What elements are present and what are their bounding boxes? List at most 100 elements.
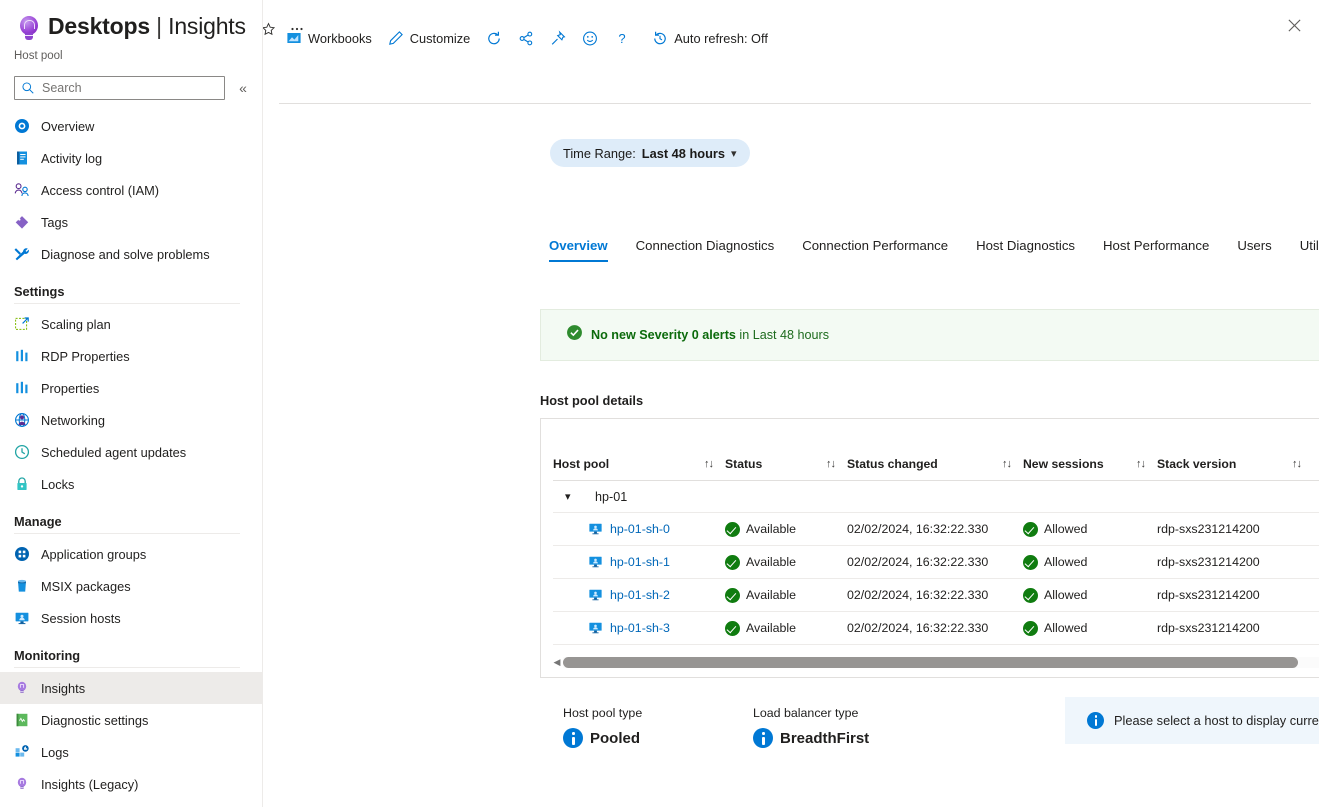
sort-icon[interactable]: ↑↓: [1002, 458, 1023, 470]
blade-header: Desktops | Insights Host pool: [0, 0, 262, 62]
stack-version-cell: rdp-sxs231214200: [1157, 546, 1313, 579]
sidebar-item-application-groups[interactable]: Application groups: [0, 538, 262, 570]
sidebar-item-msix-packages[interactable]: MSIX packages: [0, 570, 262, 602]
alert-strong: No new Severity 0 alerts: [591, 328, 736, 342]
sidebar-item-overview[interactable]: Overview: [0, 110, 262, 142]
search-input[interactable]: [40, 80, 218, 96]
scrollbar-thumb[interactable]: [563, 657, 1298, 668]
table-row[interactable]: hp-01-sh-0 Available 02/02/2024, 16:32:2…: [553, 513, 1319, 546]
feedback-button[interactable]: [575, 23, 605, 53]
tab-bar: Overview Connection Diagnostics Connecti…: [549, 236, 1303, 262]
help-button[interactable]: ?: [607, 23, 637, 53]
sidebar-item-scaling-plan[interactable]: Scaling plan: [0, 308, 262, 340]
load-balancer-type-label: Load balancer type: [753, 706, 943, 720]
status-changed-cell: 02/02/2024, 16:32:22.330: [847, 546, 1023, 579]
new-sessions-ok-icon: [1023, 588, 1038, 603]
load-balancer-type-value-row: BreadthFirst: [753, 728, 943, 748]
column-header-host-pool[interactable]: Host pool ↑↓: [553, 457, 725, 481]
tab-connection-performance[interactable]: Connection Performance: [802, 238, 948, 262]
tab-overview[interactable]: Overview: [549, 238, 608, 262]
info-icon: [753, 728, 773, 748]
refresh-button[interactable]: [479, 23, 509, 53]
new-sessions-text: Allowed: [1044, 588, 1087, 602]
sidebar-item-diagnose[interactable]: Diagnose and solve problems: [0, 238, 262, 270]
chevron-down-icon[interactable]: ▾: [565, 490, 583, 503]
application-groups-icon: [14, 546, 30, 562]
sort-icon[interactable]: ↑↓: [1292, 458, 1313, 470]
sessions-cell: 0: [1313, 513, 1319, 546]
logs-icon: [14, 744, 30, 760]
sidebar-item-access-control[interactable]: Access control (IAM): [0, 174, 262, 206]
tab-host-diagnostics[interactable]: Host Diagnostics: [976, 238, 1075, 262]
info-banner-text: Please select a host to display current …: [1114, 713, 1319, 728]
column-header-new-sessions[interactable]: New sessions ↑↓: [1023, 457, 1157, 481]
customize-button[interactable]: Customize: [381, 23, 477, 53]
sidebar-item-label: Diagnose and solve problems: [41, 247, 210, 262]
host-link[interactable]: hp-01-sh-2: [610, 588, 670, 602]
sidebar-item-insights[interactable]: Insights: [0, 672, 262, 704]
tab-host-performance[interactable]: Host Performance: [1103, 238, 1209, 262]
insights-legacy-icon: [14, 776, 30, 792]
share-button[interactable]: [511, 23, 541, 53]
search-box[interactable]: [14, 76, 225, 100]
host-link[interactable]: hp-01-sh-0: [610, 522, 670, 536]
column-header-stack-version[interactable]: Stack version ↑↓: [1157, 457, 1313, 481]
sidebar-item-scheduled-agent-updates[interactable]: Scheduled agent updates: [0, 436, 262, 468]
tab-connection-diagnostics[interactable]: Connection Diagnostics: [636, 238, 775, 262]
share-icon: [518, 30, 534, 46]
table-horizontal-scrollbar[interactable]: ◀ ▶: [551, 655, 1319, 669]
load-balancer-type-value: BreadthFirst: [780, 730, 869, 747]
sidebar-item-session-hosts[interactable]: Session hosts: [0, 602, 262, 634]
msix-packages-icon: [14, 578, 30, 594]
workbooks-button[interactable]: Workbooks: [279, 23, 379, 53]
sort-icon[interactable]: ↑↓: [826, 458, 847, 470]
status-text: Available: [746, 588, 796, 602]
workbooks-icon: [286, 30, 302, 46]
host-link[interactable]: hp-01-sh-3: [610, 621, 670, 635]
sidebar-item-diagnostic-settings[interactable]: Diagnostic settings: [0, 704, 262, 736]
left-pane: Desktops | Insights Host pool: [0, 0, 262, 807]
divider: [14, 667, 240, 668]
column-header-sessions[interactable]: Sessions ↑↓: [1313, 457, 1319, 481]
sidebar-item-locks[interactable]: Locks: [0, 468, 262, 500]
table-row[interactable]: hp-01-sh-3 Available 02/02/2024, 16:32:2…: [553, 612, 1319, 645]
column-header-status-changed[interactable]: Status changed ↑↓: [847, 457, 1023, 481]
status-changed-cell: 02/02/2024, 16:32:22.330: [847, 612, 1023, 645]
sidebar-item-insights-legacy[interactable]: Insights (Legacy): [0, 768, 262, 800]
tab-users[interactable]: Users: [1237, 238, 1271, 262]
info-icon: [1087, 712, 1104, 729]
table-row[interactable]: hp-01-sh-1 Available 02/02/2024, 16:32:2…: [553, 546, 1319, 579]
host-pool-bulb-icon: [14, 14, 44, 48]
new-sessions-ok-icon: [1023, 522, 1038, 537]
sort-icon[interactable]: ↑↓: [1136, 458, 1157, 470]
auto-refresh-button[interactable]: Auto refresh: Off: [645, 23, 775, 53]
status-ok-icon: [725, 621, 740, 636]
table-group-row[interactable]: ▾ hp-01 0: [553, 481, 1319, 513]
sidebar-item-properties[interactable]: Properties: [0, 372, 262, 404]
pin-button[interactable]: [543, 23, 573, 53]
networking-icon: [14, 412, 30, 428]
column-header-status[interactable]: Status ↑↓: [725, 457, 847, 481]
sidebar-item-networking[interactable]: Networking: [0, 404, 262, 436]
host-link[interactable]: hp-01-sh-1: [610, 555, 670, 569]
session-host-icon: [588, 555, 603, 569]
sidebar-item-label: Access control (IAM): [41, 183, 159, 198]
group-sessions: 0: [1313, 481, 1319, 513]
sidebar-item-tags[interactable]: Tags: [0, 206, 262, 238]
rdp-properties-icon: [14, 348, 30, 364]
scrollbar-track[interactable]: [563, 657, 1319, 668]
sidebar-item-rdp-properties[interactable]: RDP Properties: [0, 340, 262, 372]
close-icon[interactable]: [1279, 10, 1309, 40]
session-host-icon: [588, 621, 603, 635]
scroll-left-icon[interactable]: ◀: [551, 657, 563, 668]
status-text: Available: [746, 522, 796, 536]
collapse-sidebar-button[interactable]: «: [230, 80, 256, 96]
tab-utilization[interactable]: Utilization: [1300, 238, 1319, 262]
table-row[interactable]: hp-01-sh-2 Available 02/02/2024, 16:32:2…: [553, 579, 1319, 612]
sort-icon[interactable]: ↑↓: [704, 458, 725, 470]
customize-label: Customize: [410, 31, 470, 46]
new-sessions-text: Allowed: [1044, 555, 1087, 569]
time-range-picker[interactable]: Time Range: Last 48 hours ▾: [550, 139, 750, 167]
sidebar-item-activity-log[interactable]: Activity log: [0, 142, 262, 174]
sidebar-item-logs[interactable]: Logs: [0, 736, 262, 768]
